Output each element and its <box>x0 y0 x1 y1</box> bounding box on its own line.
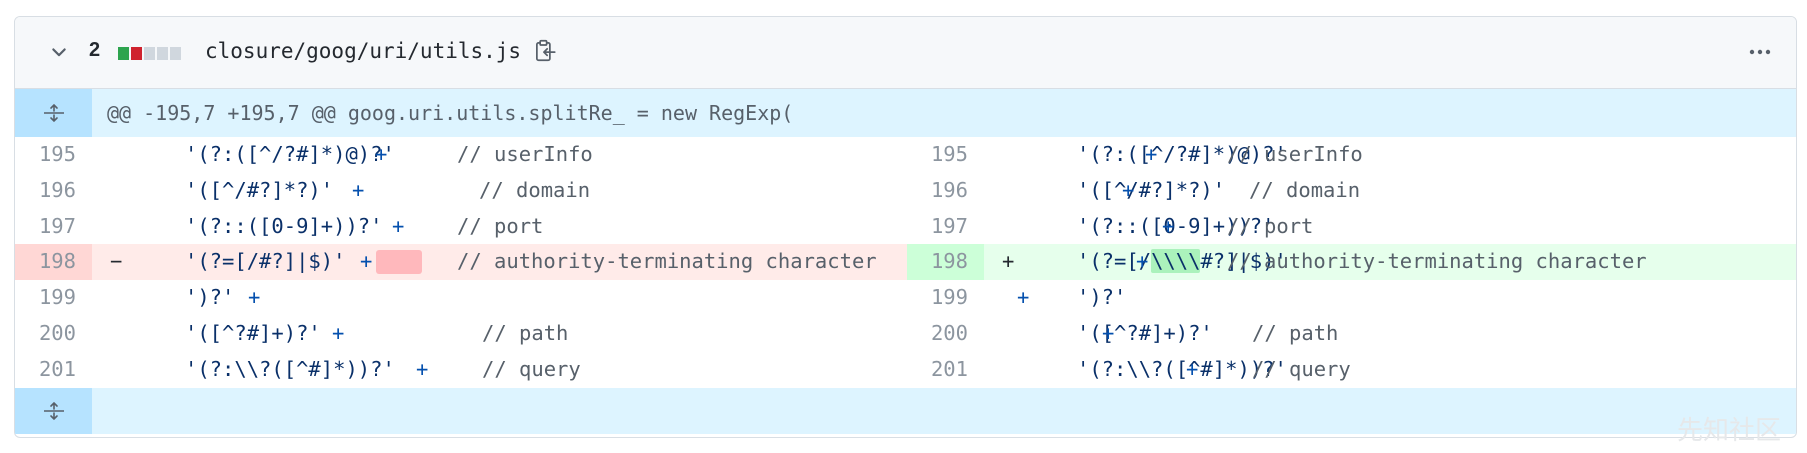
right-concat-operator: + <box>1186 356 1199 381</box>
added-text-highlight: \\\\ <box>1151 249 1201 274</box>
left-line-number[interactable]: 201 <box>15 352 92 388</box>
diff-file: 2 closure/goog/uri/utils.js @@ -195,7 +1… <box>14 16 1797 438</box>
left-side: 195 '(?:([^/?#]*)@)?' + // userInfo <box>15 137 907 173</box>
kebab-horizontal-icon[interactable] <box>1748 42 1772 62</box>
right-side: 201 '(?:\\?([^#]*))?' +// query <box>907 352 1796 388</box>
right-line-number[interactable]: 198 <box>907 244 984 281</box>
left-code: '([^?#]+)?' <box>185 320 321 345</box>
diff-row: 196 '([^/#?]*?)' +// domain 196 '([^/#?]*?)'… <box>15 173 1796 209</box>
left-code: '(?:([^/?#]*)@)?' <box>185 142 395 166</box>
left-code: ')?' <box>185 285 235 310</box>
hunk-footer <box>15 387 1796 434</box>
right-concat-operator: + <box>1102 320 1115 345</box>
left-side: 199 ')?' + <box>15 280 907 316</box>
right-side: 196 '([^/#?]*?)' + // domain <box>907 173 1796 209</box>
right-concat-operator: + <box>1162 213 1175 238</box>
left-comment: // domain <box>479 177 591 202</box>
left-concat-operator: + <box>352 177 365 202</box>
right-code: '([^?#]+)?' <box>1077 320 1213 345</box>
diffstat <box>118 47 181 60</box>
diff-rows: 195 '(?:([^/?#]*)@)?' +// userInfo 195 '(?:(… <box>15 137 1796 388</box>
left-code: '(?:\\?([^#]*))?' <box>185 356 395 381</box>
diffstat-block <box>157 47 168 60</box>
right-comment: // userInfo <box>1227 142 1363 166</box>
right-concat-operator: + <box>1017 285 1030 310</box>
left-line-number[interactable]: 198 <box>15 244 92 281</box>
diffstat-block <box>170 47 181 60</box>
change-count: 2 <box>89 39 101 61</box>
right-line-number[interactable]: 196 <box>907 173 984 209</box>
left-comment: // port <box>457 213 544 238</box>
right-comment: // authority-terminating character <box>1227 249 1647 274</box>
left-line-number[interactable]: 196 <box>15 173 92 209</box>
right-side: 200 '([^?#]+)?' + // path <box>907 316 1796 352</box>
diffstat-block <box>118 47 129 60</box>
right-line-number[interactable]: 197 <box>907 209 984 245</box>
left-side: 198− '(?=[/#?]|$)' + // authority-terminati… <box>15 244 907 281</box>
right-comment: // path <box>1252 320 1339 345</box>
addition-marker: + <box>1002 249 1015 274</box>
diff-row: 201 '(?:\\?([^#]*))?' +// query 201 '(?:\\?(… <box>15 352 1796 388</box>
chevron-down-icon[interactable] <box>49 42 69 62</box>
right-comment: // port <box>1227 213 1314 238</box>
hunk-header: @@ -195,7 +195,7 @@ goog.uri.utils.split… <box>15 89 1796 137</box>
left-line-number[interactable]: 200 <box>15 316 92 352</box>
expand-down-button[interactable] <box>15 387 92 434</box>
left-concat-operator: + <box>332 320 345 345</box>
removed-whitespace-highlight <box>376 250 422 275</box>
right-comment: // domain <box>1249 177 1361 202</box>
right-line-number[interactable]: 199 <box>907 280 984 316</box>
left-concat-operator: + <box>375 142 388 166</box>
diffstat-block <box>144 47 155 60</box>
right-code: '([^/#?]*?)' <box>1077 177 1226 202</box>
left-concat-operator: + <box>416 356 429 381</box>
right-line-number[interactable]: 200 <box>907 316 984 352</box>
left-concat-operator: + <box>392 213 405 238</box>
right-side: 197 '(?::([0-9]+))?' +// port <box>907 209 1796 245</box>
right-comment: // query <box>1252 356 1351 381</box>
left-code: '(?::([0-9]+))?' <box>185 213 383 238</box>
copy-clipboard-icon[interactable] <box>532 38 558 64</box>
right-side: 198 + '(?=[/\\\\#?]|$)' +// authority-termi… <box>907 244 1796 281</box>
left-side: 201 '(?:\\?([^#]*))?' + // query <box>15 352 907 388</box>
diff-row: 200 '([^?#]+)?' +// path 200 '([^?#]+)?' +// … <box>15 316 1796 352</box>
expand-up-button[interactable] <box>15 89 92 137</box>
left-side: 196 '([^/#?]*?)' + // domain <box>15 173 907 209</box>
left-concat-operator: + <box>248 285 261 310</box>
left-comment: // userInfo <box>457 142 593 166</box>
right-code: ')?' <box>1077 285 1127 310</box>
diff-row: 198− '(?=[/#?]|$)' +// authority-terminati… <box>15 244 1796 281</box>
right-side: 199 ')?' + <box>907 280 1796 316</box>
left-comment: // query <box>482 356 581 381</box>
deletion-marker: − <box>110 249 123 274</box>
diffstat-block <box>131 47 142 60</box>
right-line-number[interactable]: 201 <box>907 352 984 388</box>
left-code: '(?=[/#?]|$)' <box>185 249 346 274</box>
diff-row: 195 '(?:([^/?#]*)@)?' +// userInfo 195 '(?:(… <box>15 137 1796 173</box>
left-line-number[interactable]: 199 <box>15 280 92 316</box>
right-concat-operator: + <box>1122 177 1135 202</box>
right-concat-operator: + <box>1145 142 1158 166</box>
left-code: '([^/#?]*?)' <box>185 177 334 202</box>
right-line-number[interactable]: 195 <box>907 137 984 173</box>
hunk-header-text: @@ -195,7 +195,7 @@ goog.uri.utils.split… <box>107 101 794 125</box>
left-comment: // path <box>482 320 569 345</box>
diff-row: 197 '(?::([0-9]+))?' +// port 197 '(?::([0-9… <box>15 209 1796 245</box>
right-side: 195 '(?:([^/?#]*)@)?' +// userInfo <box>907 137 1796 173</box>
left-comment: // authority-terminating character <box>457 249 877 274</box>
left-side: 197 '(?::([0-9]+))?' + // port <box>15 209 907 245</box>
left-line-number[interactable]: 195 <box>15 137 92 173</box>
right-concat-operator: + <box>1136 249 1149 274</box>
left-side: 200 '([^?#]+)?' + // path <box>15 316 907 352</box>
watermark: 先知社区 <box>1676 416 1781 446</box>
left-line-number[interactable]: 197 <box>15 209 92 245</box>
file-path-link[interactable]: closure/goog/uri/utils.js <box>205 39 521 63</box>
unfold-icon <box>43 401 64 420</box>
unfold-icon <box>43 103 64 123</box>
file-header: 2 closure/goog/uri/utils.js <box>15 17 1796 89</box>
left-concat-operator: + <box>360 249 373 274</box>
diff-row: 199 ')?' +199 ')?' + <box>15 280 1796 316</box>
